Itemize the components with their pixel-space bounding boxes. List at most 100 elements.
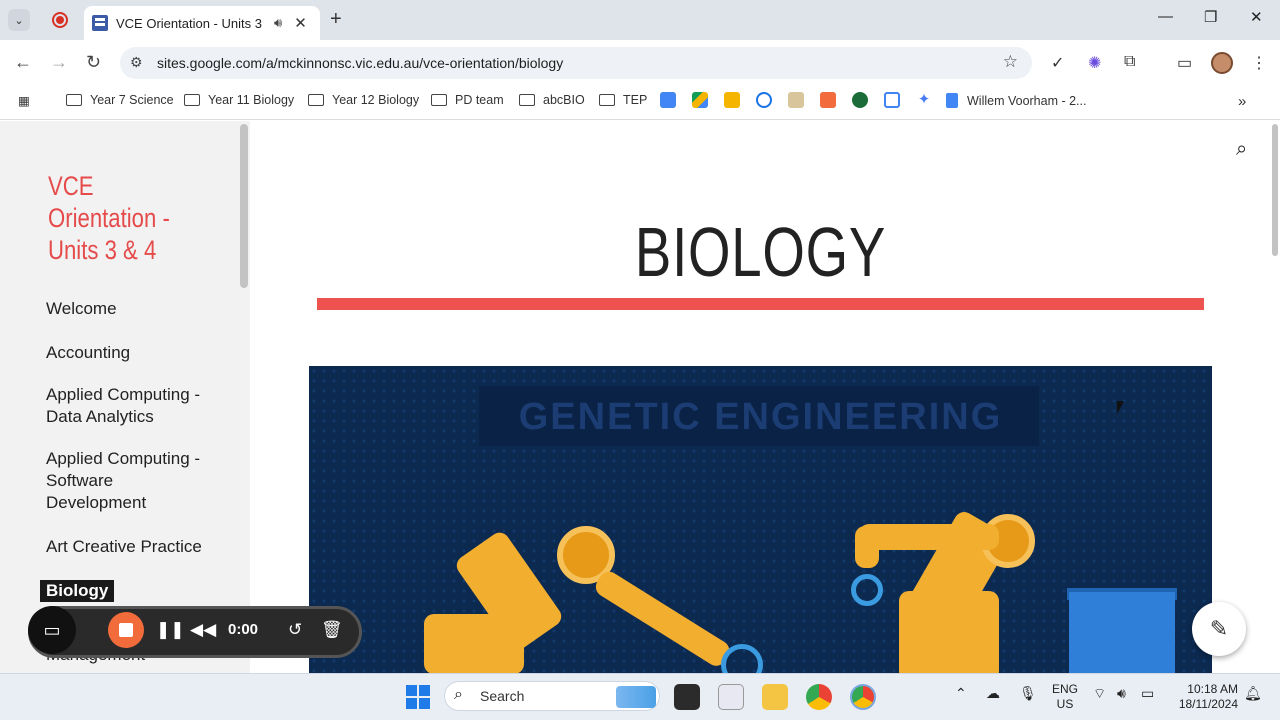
chrome-icon[interactable]	[806, 684, 832, 710]
active-tab[interactable]: VCE Orientation - Units 3 & 🔊︎ ✕	[84, 6, 320, 40]
minimize-icon[interactable]: —	[1158, 8, 1173, 25]
mouse-cursor	[1117, 401, 1124, 414]
nav-item-accounting[interactable]: Accounting	[46, 342, 236, 364]
google-classroom-icon[interactable]	[724, 92, 740, 108]
green-app-icon[interactable]	[852, 92, 868, 108]
taskbar-clock[interactable]: 10:18 AM 18/11/2024	[1170, 682, 1238, 712]
file-explorer-icon[interactable]	[762, 684, 788, 710]
timer-icon[interactable]	[756, 92, 772, 108]
google-docs-icon	[946, 93, 958, 108]
extensions-icon[interactable]: ⧉	[1124, 53, 1135, 71]
chevron-down-icon: ⌄	[14, 14, 24, 27]
forward-icon[interactable]: →	[50, 52, 68, 73]
bookmarks-bar: ▦ Year 7 Science Year 11 Biology Year 12…	[0, 86, 1280, 120]
bookmark-label: abcBIO	[543, 93, 585, 107]
bookmark-folder[interactable]: Year 7 Science	[66, 93, 174, 107]
checkmark-extension-icon[interactable]: ✓	[1051, 53, 1064, 73]
menu-icon[interactable]: ⋮	[1251, 53, 1267, 73]
site-info-icon[interactable]: ⚙︎	[130, 54, 143, 71]
stop-recording-button[interactable]	[108, 612, 144, 648]
more-bookmarks-icon[interactable]: »	[1238, 93, 1246, 110]
volume-icon[interactable]: 🔊︎	[1117, 685, 1126, 702]
tab-title: VCE Orientation - Units 3 &	[116, 15, 266, 31]
reload-icon[interactable]: ↻	[86, 52, 101, 73]
nav-item-art-creative-practice[interactable]: Art Creative Practice	[46, 536, 236, 558]
calendar-icon[interactable]	[884, 92, 900, 108]
url-text: sites.google.com/a/mckinnonsc.vic.edu.au…	[157, 55, 564, 71]
restore-icon[interactable]: ❐	[1204, 8, 1217, 26]
orange-app-icon[interactable]	[820, 92, 836, 108]
windows-start-icon[interactable]	[406, 685, 430, 709]
recording-timer: 0:00	[228, 621, 259, 638]
trash-icon[interactable]: 🗑︎	[321, 620, 343, 640]
taskbar-search-placeholder: Search	[480, 688, 525, 704]
onedrive-icon[interactable]: ☁︎	[986, 685, 1000, 702]
back-icon[interactable]: ←	[14, 52, 32, 73]
nav-item-biology[interactable]: Biology	[40, 580, 115, 602]
hero-image: GENETIC ENGINEERING	[309, 366, 1212, 673]
search-highlight-icon	[616, 686, 656, 708]
folder-icon	[599, 94, 615, 106]
battery-icon[interactable]: ▭	[1141, 685, 1154, 702]
sidebar-scrollbar[interactable]	[240, 124, 248, 288]
bookmark-star-icon[interactable]: ☆	[1003, 52, 1018, 72]
page-title: BIOLOGY	[634, 213, 887, 291]
apps-grid-icon[interactable]: ▦	[18, 93, 30, 108]
microphone-icon[interactable]: 🎙︎	[1019, 685, 1037, 702]
folder-icon	[184, 94, 200, 106]
recording-indicator-icon	[52, 12, 68, 28]
pause-icon[interactable]: ❚❚	[156, 620, 185, 640]
bookmark-label: TEP	[623, 93, 648, 107]
google-docs-icon[interactable]	[660, 92, 676, 108]
camera-icon[interactable]: ▭	[28, 606, 76, 654]
chrome-profile-icon[interactable]	[850, 684, 876, 710]
bookmark-folder[interactable]: Year 11 Biology	[184, 93, 294, 107]
speaker-icon[interactable]: 🔊︎	[274, 15, 282, 31]
gemini-icon[interactable]: ✦	[916, 92, 932, 108]
profile-avatar[interactable]	[1211, 52, 1233, 74]
search-icon: ⌕	[454, 686, 463, 703]
task-view-icon[interactable]	[674, 684, 700, 710]
nav-item-welcome[interactable]: Welcome	[46, 298, 236, 320]
bookmark-folder[interactable]: Year 12 Biology	[308, 93, 419, 107]
flower-extension-icon[interactable]: ✺	[1088, 53, 1101, 73]
browser-toolbar: ← → ↻ ⚙︎ sites.google.com/a/mckinnonsc.v…	[0, 40, 1280, 86]
robot-arm-wrist	[855, 526, 879, 568]
bookmark-label: Willem Voorham - 2...	[967, 93, 1087, 108]
bookmark-folder[interactable]: TEP	[599, 93, 647, 107]
folder-icon	[308, 94, 324, 106]
notification-bell-icon[interactable]: 🔔︎	[1244, 685, 1262, 702]
snipping-tool-icon[interactable]	[718, 684, 744, 710]
bookmark-doc[interactable]: Willem Voorham - 2...	[946, 93, 1086, 108]
wifi-icon[interactable]: ⌔	[1093, 685, 1106, 703]
nav-item-applied-computing-data-analytics[interactable]: Applied Computing - Data Analytics	[46, 384, 236, 428]
close-window-icon[interactable]: ✕	[1250, 8, 1263, 26]
google-drive-icon[interactable]	[692, 92, 708, 108]
close-tab-icon[interactable]: ✕	[294, 14, 307, 32]
language-indicator[interactable]: ENG US	[1052, 682, 1078, 712]
bookmark-folder[interactable]: PD team	[431, 93, 504, 107]
restart-icon[interactable]: ↺	[288, 620, 302, 640]
robot-arm-segment	[859, 524, 999, 550]
edit-pencil-icon[interactable]: ✎	[1192, 602, 1246, 656]
bookmark-folder[interactable]: abcBIO	[519, 93, 585, 107]
nav-item-applied-computing-software-development[interactable]: Applied Computing - Software Development	[46, 448, 216, 514]
address-bar[interactable]: ⚙︎ sites.google.com/a/mckinnonsc.vic.edu…	[120, 47, 1032, 79]
site-title[interactable]: VCE Orientation - Units 3 & 4	[48, 170, 196, 266]
r-app-icon[interactable]	[788, 92, 804, 108]
show-hidden-icons-icon[interactable]: ⌃	[955, 685, 967, 702]
folder-icon	[66, 94, 82, 106]
folder-icon	[431, 94, 447, 106]
page-scrollbar[interactable]	[1272, 124, 1278, 256]
robot-claw	[851, 574, 883, 606]
tab-search-button[interactable]: ⌄	[8, 9, 30, 31]
clock-date: 18/11/2024	[1178, 697, 1238, 711]
search-icon[interactable]: ⌕	[1236, 138, 1247, 161]
keyboard-region: US	[1056, 697, 1074, 711]
rewind-icon[interactable]: ◀◀	[190, 620, 216, 640]
new-tab-button[interactable]: +	[330, 8, 342, 31]
cast-icon[interactable]: ▭	[1177, 53, 1192, 73]
bookmark-label: Year 7 Science	[90, 93, 174, 107]
bookmark-label: Year 11 Biology	[208, 93, 295, 107]
folder-icon	[519, 94, 535, 106]
